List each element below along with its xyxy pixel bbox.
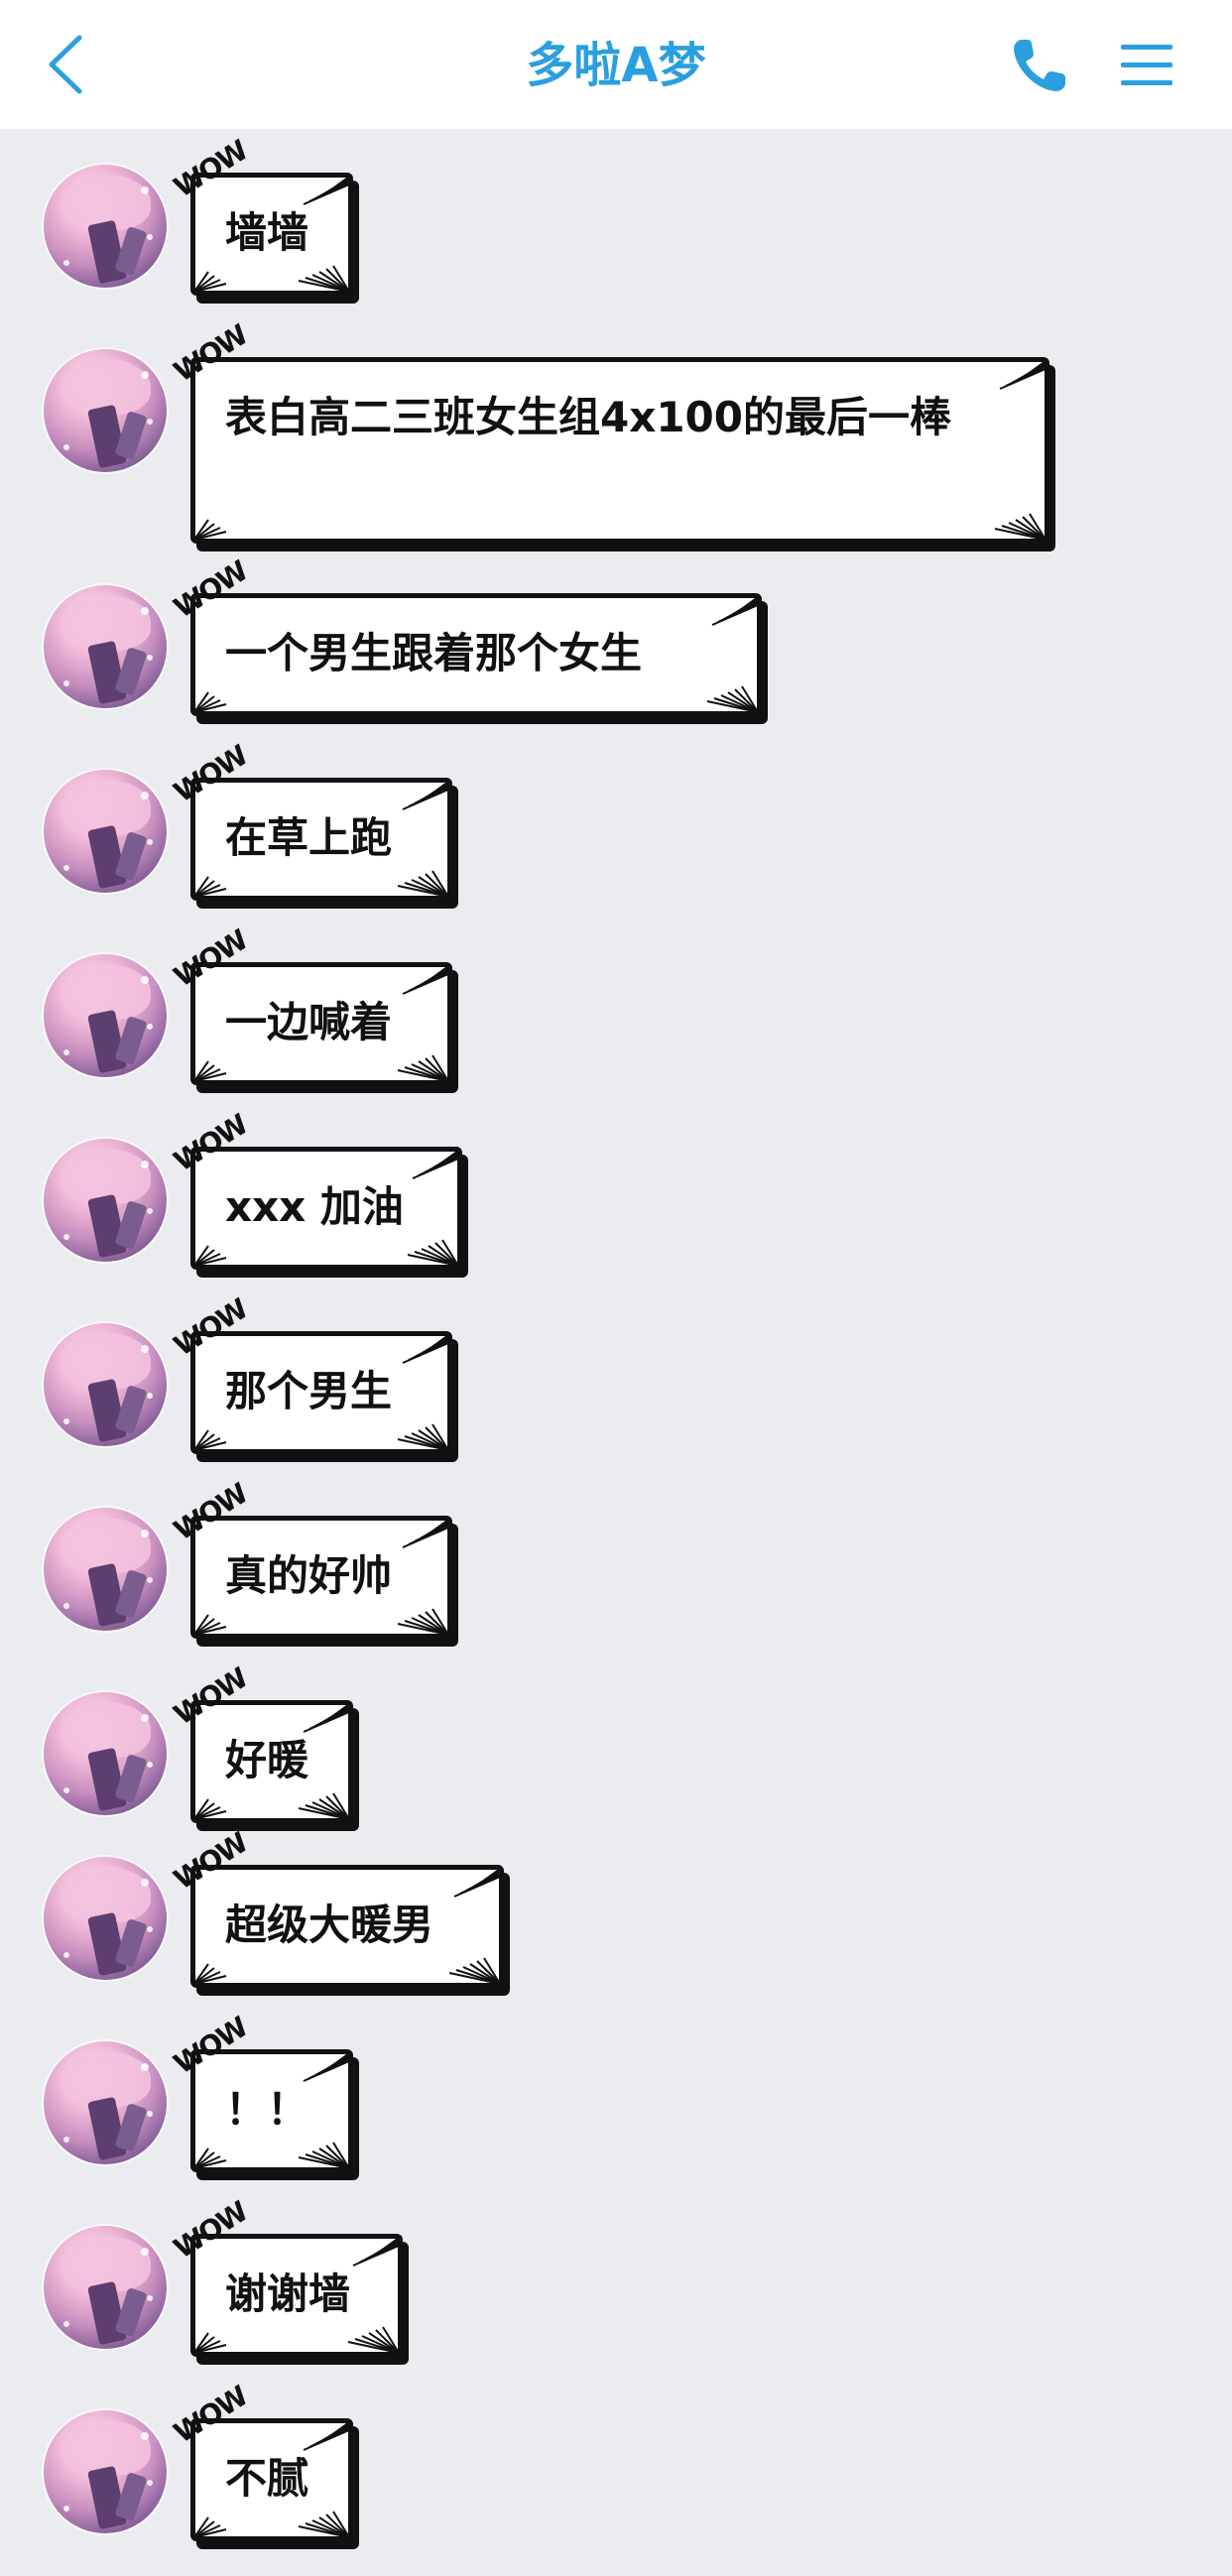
- avatar[interactable]: [44, 1857, 167, 1980]
- message-text: 在草上跑: [225, 813, 393, 862]
- message-bubble[interactable]: 墙墙: [190, 173, 353, 296]
- message-bubble[interactable]: 超级大暖男: [190, 1865, 504, 1988]
- avatar[interactable]: [44, 2410, 167, 2533]
- message-row: 墙墙 WOW: [0, 129, 1232, 321]
- message-row: 一个男生跟着那个女生 WOW: [0, 550, 1232, 742]
- avatar[interactable]: [44, 1323, 167, 1446]
- avatar[interactable]: [44, 349, 167, 472]
- message-bubble[interactable]: 不腻: [190, 2418, 353, 2541]
- avatar[interactable]: [44, 770, 167, 893]
- message-list[interactable]: 墙墙 WOW 表白高二三班女生组4x100的最后一棒 WOW 一个男生跟着那个女生 WOW…: [0, 129, 1232, 2576]
- message-text: 真的好帅: [225, 1551, 393, 1600]
- message-text: 一个男生跟着那个女生: [225, 629, 643, 677]
- menu-icon: [1121, 45, 1172, 85]
- message-row: xxx 加油 WOW: [0, 1103, 1232, 1295]
- avatar[interactable]: [44, 2041, 167, 2164]
- message-bubble[interactable]: ！！: [190, 2049, 353, 2172]
- message-row: 一边喊着 WOW: [0, 919, 1232, 1111]
- chat-header: 多啦A梦: [0, 0, 1232, 129]
- message-row: 超级大暖男 WOW: [0, 1821, 1232, 2014]
- message-text: 一边喊着: [225, 998, 393, 1046]
- avatar[interactable]: [44, 1139, 167, 1262]
- message-bubble[interactable]: 好暖: [190, 1700, 353, 1823]
- call-button[interactable]: [1004, 34, 1073, 99]
- message-bubble[interactable]: 在草上跑: [190, 778, 452, 901]
- avatar[interactable]: [44, 1692, 167, 1815]
- message-row: 那个男生 WOW: [0, 1288, 1232, 1480]
- avatar[interactable]: [44, 165, 167, 288]
- message-bubble[interactable]: 真的好帅: [190, 1516, 452, 1639]
- message-text: 好暖: [225, 1736, 309, 1784]
- message-bubble[interactable]: 谢谢墙: [190, 2234, 403, 2357]
- avatar[interactable]: [44, 954, 167, 1077]
- message-bubble[interactable]: 一边喊着: [190, 962, 452, 1085]
- message-text: 不腻: [225, 2454, 309, 2503]
- avatar[interactable]: [44, 1508, 167, 1631]
- avatar[interactable]: [44, 585, 167, 708]
- chevron-left-icon: [49, 35, 82, 94]
- menu-button[interactable]: [1115, 36, 1178, 95]
- message-row: 真的好帅 WOW: [0, 1472, 1232, 1664]
- message-bubble[interactable]: xxx 加油: [190, 1147, 462, 1270]
- back-button[interactable]: [36, 30, 95, 99]
- message-text: ！！: [225, 2085, 309, 2134]
- comic-burst-decoration: [193, 360, 1047, 541]
- message-text: xxx 加油: [225, 1182, 404, 1231]
- message-bubble[interactable]: 表白高二三班女生组4x100的最后一棒: [190, 357, 1049, 544]
- avatar[interactable]: [44, 2226, 167, 2349]
- message-row: 好暖 WOW: [0, 1656, 1232, 1849]
- message-bubble[interactable]: 一个男生跟着那个女生: [190, 593, 762, 716]
- phone-icon: [1014, 40, 1065, 91]
- message-row: ！！ WOW: [0, 2006, 1232, 2198]
- message-text: 墙墙: [225, 208, 309, 257]
- message-text: 超级大暖男: [225, 1901, 434, 1949]
- message-row: 表白高二三班女生组4x100的最后一棒 WOW: [0, 313, 1232, 569]
- message-row: 不腻 WOW: [0, 2375, 1232, 2567]
- message-text: 表白高二三班女生组4x100的最后一棒: [225, 393, 951, 441]
- message-row: 谢谢墙 WOW: [0, 2190, 1232, 2383]
- message-row: 在草上跑 WOW: [0, 734, 1232, 926]
- message-text: 那个男生: [225, 1367, 393, 1415]
- message-bubble[interactable]: 那个男生: [190, 1331, 452, 1454]
- message-text: 谢谢墙: [225, 2269, 351, 2318]
